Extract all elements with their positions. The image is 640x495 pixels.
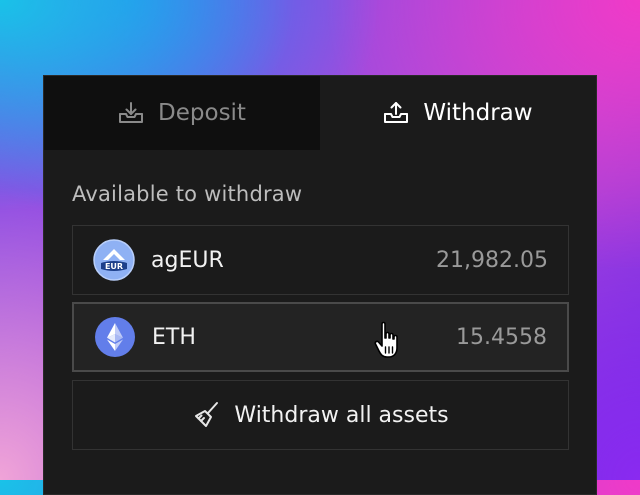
asset-row-eth[interactable]: ETH 15.4558 <box>72 302 569 372</box>
tab-withdraw[interactable]: Withdraw <box>320 76 596 150</box>
asset-name: agEUR <box>151 247 224 273</box>
tab-withdraw-label: Withdraw <box>423 100 533 126</box>
tab-deposit-label: Deposit <box>158 100 246 126</box>
tab-deposit[interactable]: Deposit <box>44 76 320 150</box>
ageur-icon-label: EUR <box>105 262 123 271</box>
download-tray-icon <box>119 102 144 123</box>
withdraw-panel: Deposit Withdraw Available to withdraw E… <box>43 75 597 495</box>
tab-bar: Deposit Withdraw <box>44 76 596 150</box>
upload-tray-icon <box>384 102 409 123</box>
asset-amount: 15.4558 <box>456 324 547 350</box>
eth-token-icon <box>95 317 135 357</box>
broom-icon <box>195 402 219 427</box>
asset-row-ageur[interactable]: EUR agEUR 21,982.05 <box>72 225 569 295</box>
asset-name: ETH <box>152 324 196 350</box>
hand-pointer-cursor-icon <box>374 321 398 358</box>
section-title: Available to withdraw <box>72 182 303 206</box>
asset-amount: 21,982.05 <box>436 247 548 273</box>
withdraw-all-button[interactable]: Withdraw all assets <box>72 380 569 450</box>
ageur-token-icon: EUR <box>93 239 135 281</box>
withdraw-all-label: Withdraw all assets <box>234 402 449 428</box>
